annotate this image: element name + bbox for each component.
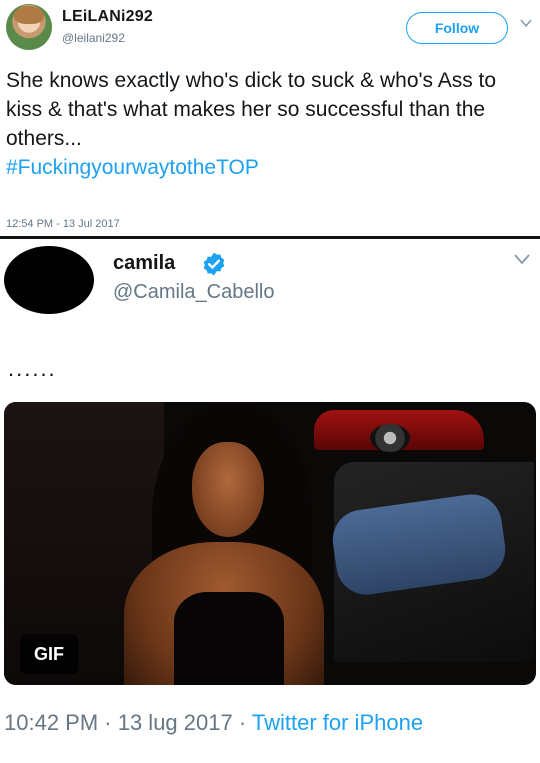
hashtag-link[interactable]: #FuckingyourwaytotheTOP (6, 153, 536, 182)
author-handle[interactable]: @leilani292 (62, 31, 125, 45)
follow-button[interactable]: Follow (406, 12, 508, 44)
author-handle[interactable]: @Camila_Cabello (113, 281, 274, 304)
avatar-leilani[interactable] (6, 4, 52, 50)
chevron-down-icon[interactable] (519, 16, 533, 30)
avatar-camila[interactable] (4, 246, 94, 314)
tweet-text: She knows exactly who's dick to suck & w… (6, 66, 536, 182)
tweet-meta: 10:42 PM · 13 lug 2017 · Twitter for iPh… (4, 708, 536, 738)
author-name[interactable]: LEiLANi292 (62, 8, 153, 26)
divider (0, 236, 540, 239)
author-name[interactable]: camila (113, 252, 175, 275)
tweet-text: ...... (8, 356, 57, 381)
tweet-timestamp[interactable]: 12:54 PM - 13 Jul 2017 (6, 218, 120, 230)
tweet-body: She knows exactly who's dick to suck & w… (6, 69, 497, 150)
tweet-source-link[interactable]: Twitter for iPhone (252, 710, 423, 735)
gif-media[interactable]: GIF (4, 402, 536, 685)
verified-badge-icon (203, 252, 225, 276)
gif-badge: GIF (20, 634, 78, 674)
tweet-leilani: LEiLANi292 @leilani292 Follow She knows … (0, 0, 540, 236)
tweet-timestamp[interactable]: 10:42 PM · 13 lug 2017 · (4, 710, 252, 735)
chevron-down-icon[interactable] (513, 252, 531, 266)
